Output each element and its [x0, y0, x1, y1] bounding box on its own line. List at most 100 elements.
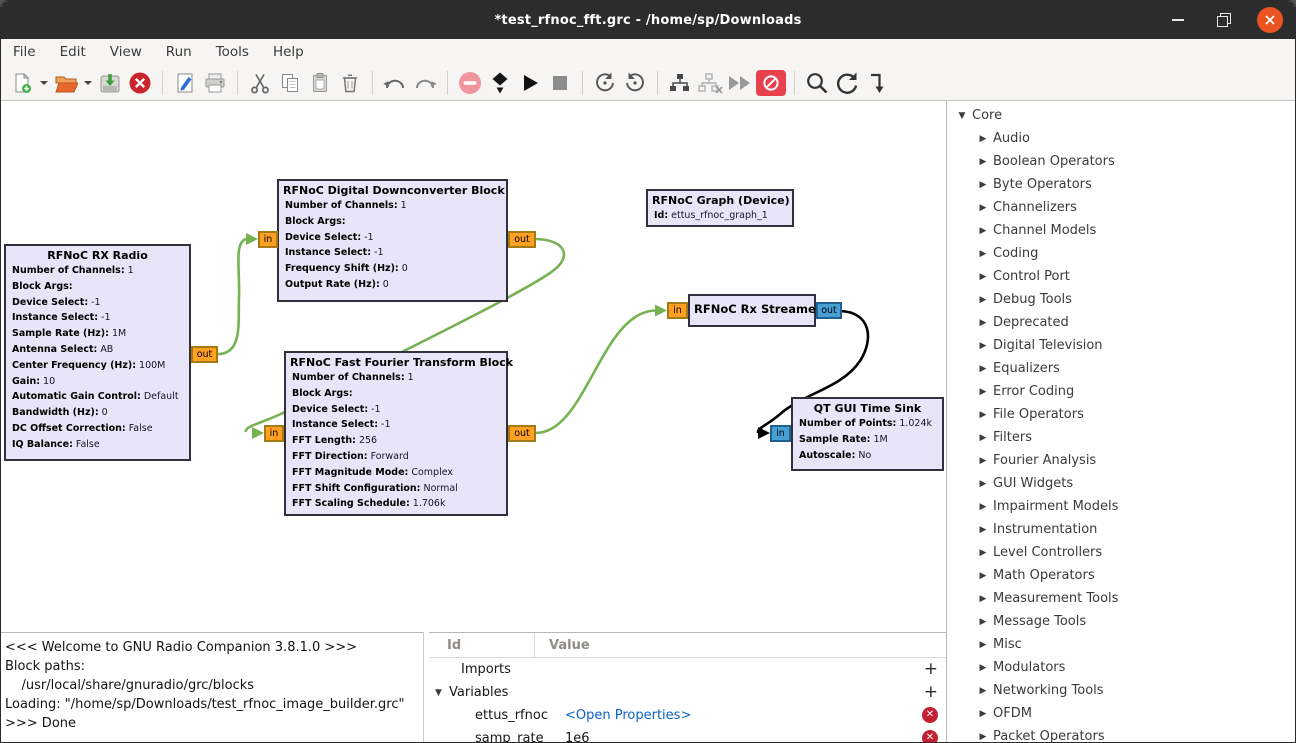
tree-item-core[interactable]: ▼ Core: [947, 104, 1296, 127]
disable-block-button[interactable]: [696, 68, 724, 98]
copy-button[interactable]: [276, 68, 304, 98]
add-variable-button[interactable]: +: [924, 683, 938, 702]
menu-tools[interactable]: Tools: [216, 44, 249, 60]
tree-item[interactable]: ▶ Control Port: [947, 265, 1296, 288]
row-imports[interactable]: Imports +: [429, 658, 946, 681]
variable-error-button[interactable]: ✕: [922, 729, 938, 743]
menu-help[interactable]: Help: [273, 44, 304, 60]
show-errors-button[interactable]: [456, 68, 484, 98]
add-import-button[interactable]: +: [924, 660, 938, 679]
cut-button[interactable]: [246, 68, 274, 98]
port-out[interactable]: out: [191, 346, 218, 363]
connection-radio-to-ddc[interactable]: [218, 239, 246, 354]
console-log: <<< Welcome to GNU Radio Companion 3.8.1…: [5, 638, 423, 733]
menu-view[interactable]: View: [110, 44, 142, 60]
tree-item[interactable]: ▶ GUI Widgets: [947, 472, 1296, 495]
close-flowgraph-button[interactable]: [126, 68, 154, 98]
arrowhead: [758, 427, 770, 439]
toggle-bypass-button[interactable]: [756, 68, 786, 98]
tree-item[interactable]: ▶ Channel Models: [947, 219, 1296, 242]
kill-button[interactable]: [546, 68, 574, 98]
tree-item[interactable]: ▶ Equalizers: [947, 357, 1296, 380]
tree-item[interactable]: ▶ Misc: [947, 633, 1296, 656]
port-in[interactable]: in: [264, 425, 284, 442]
tree-item[interactable]: ▶ Math Operators: [947, 564, 1296, 587]
menu-edit[interactable]: Edit: [60, 44, 86, 60]
block-param: Sample Rate:1M: [799, 432, 936, 448]
flowgraph-canvas[interactable]: RFNoC RX Radio Number of Channels:1Block…: [1, 101, 946, 631]
block-param: Block Args:: [292, 386, 500, 402]
tree-item[interactable]: ▶ Impairment Models: [947, 495, 1296, 518]
connection-fft-to-streamer[interactable]: [536, 311, 655, 434]
tree-item[interactable]: ▶ Packet Operators: [947, 725, 1296, 743]
port-out[interactable]: out: [508, 231, 536, 248]
reload-blocks-button[interactable]: [833, 68, 861, 98]
tree-item[interactable]: ▶ Debug Tools: [947, 288, 1296, 311]
open-properties-link[interactable]: <Open Properties>: [561, 708, 691, 723]
redo-button[interactable]: [411, 68, 439, 98]
tree-item[interactable]: ▶ File Operators: [947, 403, 1296, 426]
block-param: Instance Select:-1: [12, 310, 183, 326]
save-button[interactable]: [96, 68, 124, 98]
print-button[interactable]: [201, 68, 229, 98]
generate-button[interactable]: [486, 68, 514, 98]
tree-item[interactable]: ▶ Modulators: [947, 656, 1296, 679]
port-out[interactable]: out: [816, 302, 842, 319]
screen-capture-button[interactable]: [171, 68, 199, 98]
block-rfnoc-rx-radio[interactable]: RFNoC RX Radio Number of Channels:1Block…: [4, 244, 191, 461]
port-out[interactable]: out: [508, 425, 536, 442]
delete-button[interactable]: [336, 68, 364, 98]
menu-file[interactable]: File: [13, 44, 36, 60]
menu-run[interactable]: Run: [166, 44, 192, 60]
enable-block-button[interactable]: [666, 68, 694, 98]
tree-item-label: Fourier Analysis: [990, 453, 1096, 468]
tree-item[interactable]: ▶ Channelizers: [947, 196, 1296, 219]
tree-item[interactable]: ▶ Boolean Operators: [947, 150, 1296, 173]
restore-button[interactable]: [1211, 7, 1237, 33]
block-rfnoc-graph[interactable]: RFNoC Graph (Device) Id:ettus_rfnoc_grap…: [646, 189, 794, 227]
rotate-cw-button[interactable]: [621, 68, 649, 98]
minimize-button[interactable]: [1165, 7, 1191, 33]
paste-button[interactable]: [306, 68, 334, 98]
tree-item[interactable]: ▶ Coding: [947, 242, 1296, 265]
tree-item-label: Impairment Models: [990, 499, 1118, 514]
tree-item[interactable]: ▶ Byte Operators: [947, 173, 1296, 196]
tree-item[interactable]: ▶ Deprecated: [947, 311, 1296, 334]
titlebar[interactable]: *test_rfnoc_fft.grc - /home/sp/Downloads: [1, 1, 1295, 39]
block-rfnoc-fft[interactable]: RFNoC Fast Fourier Transform Block Numbe…: [284, 351, 508, 516]
block-rfnoc-ddc[interactable]: RFNoC Digital Downconverter Block Number…: [277, 179, 508, 302]
new-button[interactable]: [8, 68, 36, 98]
tree-item[interactable]: ▶ Instrumentation: [947, 518, 1296, 541]
block-rfnoc-rx-streamer[interactable]: RFNoC Rx Streamer: [688, 294, 816, 327]
port-in[interactable]: in: [770, 425, 791, 442]
tree-item[interactable]: ▶ OFDM: [947, 702, 1296, 725]
open-dropdown[interactable]: [82, 68, 94, 98]
variable-error-button[interactable]: ✕: [922, 706, 938, 723]
new-dropdown[interactable]: [38, 68, 50, 98]
tree-item[interactable]: ▶ Audio: [947, 127, 1296, 150]
tree-item[interactable]: ▶ Measurement Tools: [947, 587, 1296, 610]
tree-item[interactable]: ▶ Error Coding: [947, 380, 1296, 403]
open-button[interactable]: [52, 68, 80, 98]
tree-item[interactable]: ▶ Fourier Analysis: [947, 449, 1296, 472]
row-ettus-rfnoc[interactable]: ettus_rfnoc <Open Properties> ✕: [429, 704, 946, 727]
toolbar: [1, 65, 1295, 101]
arrowhead: [655, 305, 667, 317]
tree-item[interactable]: ▶ Digital Television: [947, 334, 1296, 357]
bypass-block-button[interactable]: [726, 68, 754, 98]
execute-button[interactable]: [516, 68, 544, 98]
close-button[interactable]: [1257, 7, 1283, 33]
row-variables[interactable]: ▼ Variables +: [429, 681, 946, 704]
row-samp-rate[interactable]: samp_rate 1e6 ✕: [429, 727, 946, 743]
tree-item[interactable]: ▶ Filters: [947, 426, 1296, 449]
block-qt-gui-time-sink[interactable]: QT GUI Time Sink Number of Points:1.024k…: [791, 397, 944, 471]
tree-item[interactable]: ▶ Networking Tools: [947, 679, 1296, 702]
parser-errors-button[interactable]: [863, 68, 891, 98]
find-block-button[interactable]: [803, 68, 831, 98]
tree-item[interactable]: ▶ Message Tools: [947, 610, 1296, 633]
tree-item[interactable]: ▶ Level Controllers: [947, 541, 1296, 564]
undo-button[interactable]: [381, 68, 409, 98]
rotate-ccw-button[interactable]: [591, 68, 619, 98]
port-in[interactable]: in: [258, 231, 278, 248]
port-in[interactable]: in: [667, 302, 688, 319]
